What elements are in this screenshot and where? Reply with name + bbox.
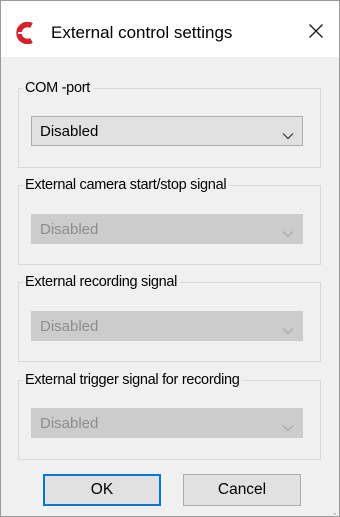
title-bar[interactable]: External control settings: [1, 1, 339, 57]
close-button[interactable]: [297, 15, 335, 51]
com-port-value: Disabled: [40, 123, 99, 140]
chevron-down-icon: [282, 419, 294, 432]
group-label-com-port: COM -port: [23, 78, 93, 98]
resize-grip-icon[interactable]: [328, 505, 336, 515]
trigger-signal-select: Disabled: [31, 408, 303, 438]
ok-button[interactable]: OK: [43, 474, 161, 506]
chevron-down-icon: [282, 322, 294, 335]
chevron-down-icon: [282, 127, 294, 140]
trigger-signal-value: Disabled: [40, 415, 99, 432]
window-title: External control settings: [51, 23, 233, 42]
camera-signal-select: Disabled: [31, 214, 303, 244]
recording-signal-value: Disabled: [40, 318, 99, 335]
group-label-camera-signal: External camera start/stop signal: [23, 175, 230, 195]
group-label-trigger-signal: External trigger signal for recording: [23, 370, 243, 390]
com-port-select[interactable]: Disabled: [31, 116, 303, 146]
group-label-recording-signal: External recording signal: [23, 272, 181, 292]
close-icon: [308, 23, 324, 44]
app-logo-icon: [15, 21, 37, 45]
cancel-button[interactable]: Cancel: [183, 474, 301, 506]
dialog-window: External control settings COM -port Disa…: [0, 0, 340, 517]
recording-signal-select: Disabled: [31, 311, 303, 341]
chevron-down-icon: [282, 225, 294, 238]
camera-signal-value: Disabled: [40, 221, 99, 238]
